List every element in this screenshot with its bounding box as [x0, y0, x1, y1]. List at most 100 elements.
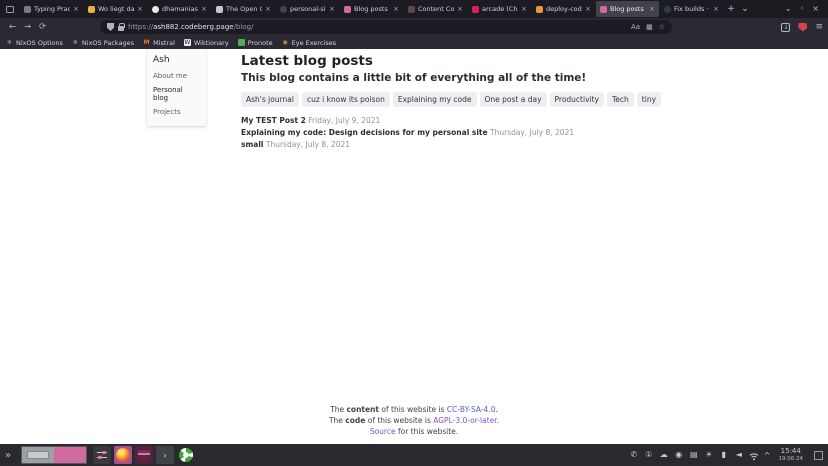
- workspace-pager[interactable]: [21, 446, 87, 464]
- tag-explaining-my-code[interactable]: Explaining my code: [393, 92, 477, 107]
- brightness-icon[interactable]: ☀: [704, 451, 714, 459]
- url-text[interactable]: https://ash882.codeberg.page/blog/: [128, 23, 627, 31]
- tab-blog-posts-active[interactable]: Blog posts - A ×: [596, 1, 659, 17]
- tab-favicon: [408, 6, 415, 13]
- lock-icon[interactable]: [118, 26, 124, 31]
- tag-productivity[interactable]: Productivity: [550, 92, 604, 107]
- workspace-1-thumbnail[interactable]: [22, 447, 54, 463]
- bookmark-mistral[interactable]: M Mistral: [143, 39, 175, 47]
- close-icon[interactable]: ×: [585, 6, 591, 13]
- site-title[interactable]: Ash: [147, 53, 206, 69]
- url-bar[interactable]: https://ash882.codeberg.page/blog/ Aa ▦ …: [100, 20, 672, 34]
- firefox-view-button[interactable]: [3, 3, 16, 15]
- mixer-settings-icon[interactable]: [93, 446, 111, 464]
- tab-open-graph[interactable]: The Open Grap ×: [212, 1, 275, 17]
- tag-ashs-journal[interactable]: Ash's journal: [241, 92, 299, 107]
- close-icon[interactable]: ×: [137, 6, 143, 13]
- adblocker-icon[interactable]: [798, 23, 807, 32]
- calendar-icon[interactable]: ▤: [689, 451, 699, 459]
- minimize-button[interactable]: ⌄: [785, 5, 792, 13]
- menu-item-projects[interactable]: Projects: [147, 105, 206, 119]
- tab-favicon: [344, 6, 351, 13]
- close-window-button[interactable]: ×: [812, 5, 819, 13]
- post-link-1[interactable]: My TEST Post 2 Friday, July 9, 2021: [241, 116, 818, 125]
- close-icon[interactable]: ×: [521, 6, 527, 13]
- bookmark-star-icon[interactable]: ☆: [659, 23, 665, 31]
- close-icon[interactable]: ×: [457, 6, 463, 13]
- launcher-icon[interactable]: »: [5, 450, 21, 461]
- post-title[interactable]: My TEST Post 2: [241, 116, 306, 125]
- tag-tech[interactable]: Tech: [607, 92, 634, 107]
- back-button[interactable]: ←: [5, 22, 20, 32]
- close-icon[interactable]: ×: [329, 6, 335, 13]
- forward-button[interactable]: →: [20, 22, 35, 32]
- tag-one-post-a-day[interactable]: One post a day: [480, 92, 547, 107]
- tab-wo-liegt-das[interactable]: Wo liegt das? | ×: [84, 1, 147, 17]
- volume-icon[interactable]: ◄: [734, 451, 744, 459]
- tab-favicon: [24, 6, 31, 13]
- notification-icon[interactable]: ①: [644, 451, 654, 459]
- pronote-icon: [238, 39, 245, 46]
- tab-personal-site[interactable]: personal-site - ×: [276, 1, 339, 17]
- extension-icon[interactable]: ↓: [781, 23, 790, 32]
- maximize-button[interactable]: ◦: [800, 5, 805, 13]
- menu-item-about-me[interactable]: About me: [147, 69, 206, 83]
- green-app-icon[interactable]: [177, 446, 195, 464]
- agpl-license-link[interactable]: AGPL-3.0-or-later: [433, 416, 496, 425]
- menu-item-personal-blog[interactable]: Personal blog: [147, 83, 206, 105]
- cloud-sync-icon[interactable]: ☁: [659, 451, 669, 459]
- tag-cuz-i-know[interactable]: cuz i know its poison: [302, 92, 390, 107]
- tab-arcade-slack[interactable]: arcade (Chann ×: [468, 1, 531, 17]
- workspace-2-thumbnail[interactable]: [54, 447, 86, 463]
- bookmark-wiktionary[interactable]: W Wiktionary: [184, 39, 229, 47]
- footer-line-content-license: The content of this website is CC-BY-SA-…: [0, 405, 828, 416]
- tab-typing-practice[interactable]: Typing Practice ×: [20, 1, 83, 17]
- tab-blog-posts-1[interactable]: Blog posts - As ×: [340, 1, 403, 17]
- firefox-taskbar-icon[interactable]: [114, 446, 132, 464]
- close-icon[interactable]: ×: [713, 6, 719, 13]
- bookmark-label: Pronote: [248, 39, 273, 47]
- bookmark-nixos-options[interactable]: ❄ NixOS Options: [6, 39, 63, 47]
- tab-content-collections[interactable]: Content Collec ×: [404, 1, 467, 17]
- close-icon[interactable]: ×: [393, 6, 399, 13]
- firefox-icon: [116, 448, 130, 462]
- post-link-3[interactable]: small Thursday, July 8, 2021: [241, 140, 818, 149]
- post-date: Thursday, July 8, 2021: [490, 128, 574, 137]
- post-date: Friday, July 9, 2021: [308, 116, 380, 125]
- post-link-2[interactable]: Explaining my code: Design decisions for…: [241, 128, 818, 137]
- bookmark-eye-exercises[interactable]: ◉ Eye Exercises: [282, 39, 336, 47]
- close-icon[interactable]: ×: [73, 6, 79, 13]
- new-tab-button[interactable]: +: [724, 2, 738, 16]
- cc-license-link[interactable]: CC-BY-SA-4.0: [447, 405, 496, 414]
- tab-dhamaniasad[interactable]: dhamaniasad ×: [148, 1, 211, 17]
- show-desktop-button[interactable]: [814, 451, 823, 460]
- kdeconnect-phone-icon[interactable]: ✆: [629, 451, 639, 459]
- tab-deploy-codeberg[interactable]: deploy-codebe ×: [532, 1, 595, 17]
- close-icon[interactable]: ×: [649, 6, 655, 13]
- close-icon[interactable]: ×: [265, 6, 271, 13]
- wifi-icon[interactable]: [749, 446, 759, 465]
- tab-fix-builds[interactable]: Fix builds · ee ×: [660, 1, 723, 17]
- tracking-protection-shield-icon[interactable]: [107, 23, 114, 31]
- record-icon[interactable]: ◉: [674, 451, 684, 459]
- battery-icon[interactable]: ▮: [719, 451, 729, 459]
- clock[interactable]: 15:44 19.06.24: [779, 448, 804, 462]
- bookmark-label: NixOS Packages: [82, 39, 134, 47]
- page-content: Ash About me Personal blog Projects Late…: [0, 49, 828, 444]
- reload-button[interactable]: ⟳: [35, 22, 50, 32]
- post-title[interactable]: Explaining my code: Design decisions for…: [241, 128, 488, 137]
- translate-icon[interactable]: Aa: [631, 23, 640, 31]
- bookmark-pronote[interactable]: Pronote: [238, 39, 273, 47]
- hamburger-menu-icon[interactable]: ≡: [815, 22, 823, 32]
- file-manager-icon[interactable]: [135, 446, 153, 464]
- bookmark-nixos-packages[interactable]: ❄ NixOS Packages: [72, 39, 134, 47]
- list-all-tabs-button[interactable]: ⌄: [738, 2, 752, 16]
- tag-tiny[interactable]: tiny: [637, 92, 661, 107]
- chevron-up-icon[interactable]: ^: [764, 451, 771, 460]
- containers-icon[interactable]: ▦: [646, 23, 653, 31]
- post-title[interactable]: small: [241, 140, 263, 149]
- terminal-icon[interactable]: ›: [156, 446, 174, 464]
- blog-main: Latest blog posts This blog contains a l…: [241, 53, 818, 152]
- close-icon[interactable]: ×: [201, 6, 207, 13]
- source-link[interactable]: Source: [370, 427, 396, 436]
